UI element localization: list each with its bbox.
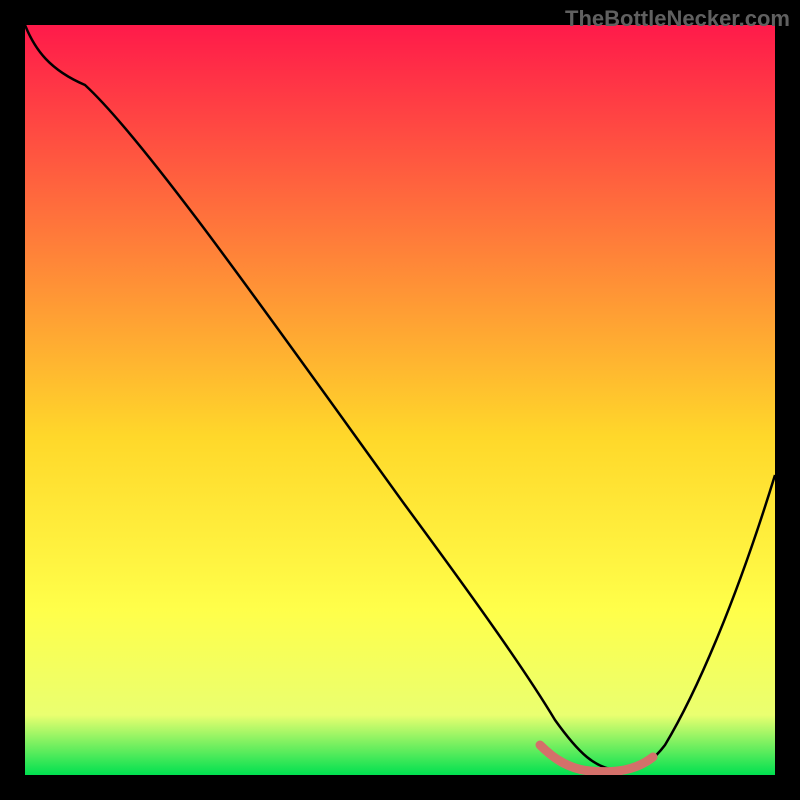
watermark-text: TheBottleNecker.com (565, 6, 790, 32)
chart-svg (25, 25, 775, 775)
chart-container: TheBottleNecker.com (0, 0, 800, 800)
plot-area (25, 25, 775, 775)
gradient-background (25, 25, 775, 775)
